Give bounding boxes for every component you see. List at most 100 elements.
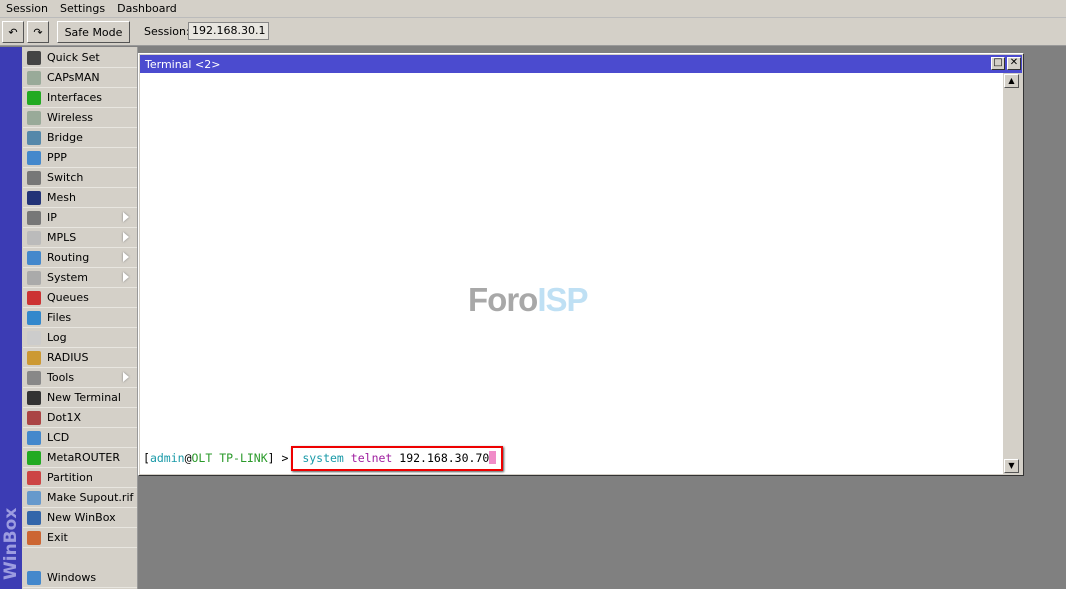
sidebar-item-system[interactable]: System: [23, 268, 137, 288]
sidebar-item-label: Windows: [47, 571, 97, 584]
sidebar-item-bridge[interactable]: Bridge: [23, 128, 137, 148]
window-titlebar[interactable]: Terminal <2> □ ✕: [140, 55, 1022, 73]
sidebar-item-label: CAPsMAN: [47, 71, 100, 84]
sidebar-item-windows[interactable]: Windows: [23, 568, 137, 588]
sidebar-item-label: Routing: [47, 251, 90, 264]
arrow-up-icon: ▲: [1008, 76, 1015, 85]
submenu-arrow-icon: [123, 252, 129, 262]
close-icon: ✕: [1009, 57, 1019, 68]
highlight-box: [291, 446, 503, 471]
window-title: Terminal <2>: [145, 58, 221, 71]
sidebar-item-label: MetaROUTER: [47, 451, 120, 464]
ppp-icon: [27, 150, 41, 165]
ip-icon: [27, 210, 41, 225]
sidebar-item-wireless[interactable]: Wireless: [23, 108, 137, 128]
safe-mode-button[interactable]: Safe Mode: [57, 21, 130, 43]
tools-icon: [27, 370, 41, 385]
terminal-window: Terminal <2> □ ✕ ForoISP [admin@OLT TP-L…: [138, 53, 1024, 476]
terminal-icon: [27, 390, 41, 405]
prompt-at: @: [184, 451, 192, 465]
mesh-icon: [27, 190, 41, 205]
undo-button[interactable]: ↶: [2, 21, 24, 43]
sidebar-item-partition[interactable]: Partition: [23, 468, 137, 488]
sidebar-item-label: PPP: [47, 151, 67, 164]
sidebar-item-ip[interactable]: IP: [23, 208, 137, 228]
sidebar-item-mesh[interactable]: Mesh: [23, 188, 137, 208]
sidebar-item-exit[interactable]: Exit: [23, 528, 137, 548]
antenna-icon: [27, 70, 41, 85]
partition-icon: [27, 470, 41, 485]
terminal-output[interactable]: ForoISP [admin@OLT TP-LINK] > system tel…: [140, 73, 1003, 474]
sidebar-item-label: Queues: [47, 291, 89, 304]
sidebar-item-files[interactable]: Files: [23, 308, 137, 328]
routing-icon: [27, 250, 41, 265]
queues-icon: [27, 290, 41, 305]
winbox-brand-bar: WinBox: [0, 47, 22, 589]
sidebar-item-label: Exit: [47, 531, 68, 544]
arrow-down-icon: ▼: [1008, 461, 1015, 470]
sidebar-item-lcd[interactable]: LCD: [23, 428, 137, 448]
sidebar-item-new-terminal[interactable]: New Terminal: [23, 388, 137, 408]
redo-button[interactable]: ↷: [27, 21, 49, 43]
foroisp-watermark: ForoISP: [468, 281, 589, 318]
prompt-host: OLT TP-LINK: [191, 451, 268, 465]
sidebar-item-label: Bridge: [47, 131, 83, 144]
sidebar-item-new-winbox[interactable]: New WinBox: [23, 508, 137, 528]
sidebar-item-make-supout-rif[interactable]: Make Supout.rif: [23, 488, 137, 508]
sidebar-item-switch[interactable]: Switch: [23, 168, 137, 188]
sidebar-item-label: Files: [47, 311, 72, 324]
files-icon: [27, 310, 41, 325]
prompt-user: admin: [149, 451, 185, 465]
close-button[interactable]: ✕: [1007, 57, 1021, 70]
undo-icon: ↶: [8, 25, 18, 39]
sidebar-item-label: New Terminal: [47, 391, 121, 404]
sidebar-item-dot1x[interactable]: Dot1X: [23, 408, 137, 428]
sidebar-item-label: Tools: [47, 371, 75, 384]
interfaces-icon: [27, 90, 41, 105]
session-label: Session:: [144, 25, 190, 38]
sidebar-item-mpls[interactable]: MPLS: [23, 228, 137, 248]
menu-session[interactable]: Session: [0, 0, 54, 17]
sidebar-item-label: New WinBox: [47, 511, 116, 524]
sidebar-item-capsman[interactable]: CAPsMAN: [23, 68, 137, 88]
sidebar-item-quick-set[interactable]: Quick Set: [23, 48, 137, 68]
sidebar-item-label: Make Supout.rif: [47, 491, 134, 504]
metarouter-icon: [27, 450, 41, 465]
switch-icon: [27, 170, 41, 185]
scroll-down-button[interactable]: ▼: [1004, 459, 1019, 473]
sidebar-item-label: Interfaces: [47, 91, 102, 104]
sidebar-item-label: Switch: [47, 171, 84, 184]
sidebar-item-routing[interactable]: Routing: [23, 248, 137, 268]
scroll-up-button[interactable]: ▲: [1004, 74, 1019, 88]
lcd-icon: [27, 430, 41, 445]
submenu-arrow-icon: [123, 232, 129, 242]
sidebar-item-ppp[interactable]: PPP: [23, 148, 137, 168]
scrollbar[interactable]: ▲ ▼: [1003, 73, 1021, 474]
sidebar-item-label: Wireless: [47, 111, 94, 124]
menu-settings[interactable]: Settings: [54, 0, 111, 17]
sidebar-item-radius[interactable]: RADIUS: [23, 348, 137, 368]
sidebar-item-queues[interactable]: Queues: [23, 288, 137, 308]
menu-dashboard[interactable]: Dashboard: [111, 0, 183, 17]
supout-icon: [27, 490, 41, 505]
sidebar-item-label: System: [47, 271, 89, 284]
toolbar: ↶ ↷ Safe Mode Session: 192.168.30.1: [0, 18, 1066, 46]
mpls-icon: [27, 230, 41, 245]
submenu-arrow-icon: [123, 212, 129, 222]
sidebar-item-tools[interactable]: Tools: [23, 368, 137, 388]
sidebar-item-metarouter[interactable]: MetaROUTER: [23, 448, 137, 468]
windows-icon: [27, 570, 41, 585]
sidebar-item-interfaces[interactable]: Interfaces: [23, 88, 137, 108]
dot1x-icon: [27, 410, 41, 425]
maximize-button[interactable]: □: [991, 57, 1005, 70]
sidebar-item-label: RADIUS: [47, 351, 89, 364]
system-icon: [27, 270, 41, 285]
prompt-bracket: [: [143, 451, 150, 465]
sidebar-item-label: Partition: [47, 471, 93, 484]
submenu-arrow-icon: [123, 372, 129, 382]
bridge-icon: [27, 130, 41, 145]
sidebar-item-label: MPLS: [47, 231, 77, 244]
sidebar-item-label: Mesh: [47, 191, 76, 204]
sidebar-item-log[interactable]: Log: [23, 328, 137, 348]
sidebar-item-label: Quick Set: [47, 51, 100, 64]
